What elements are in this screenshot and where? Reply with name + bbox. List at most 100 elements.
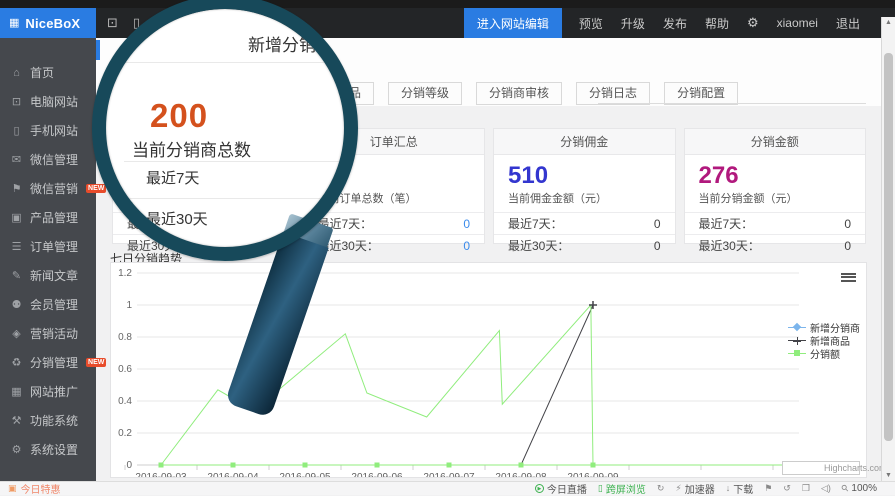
active-indicator xyxy=(96,40,100,60)
svg-text:0.6: 0.6 xyxy=(118,364,132,375)
toolbar-corner xyxy=(881,8,895,17)
card-title: 分销金额 xyxy=(685,129,866,155)
card-caption: 当前分销金额（元） xyxy=(699,190,852,206)
status-flag[interactable]: ⚑ xyxy=(764,484,772,493)
username[interactable]: xiaomei xyxy=(777,16,818,30)
card-row: 最近7天：0 xyxy=(685,212,866,234)
enter-site-edit-button[interactable]: 进入网站编辑 xyxy=(464,8,562,38)
svg-text:1.2: 1.2 xyxy=(118,268,132,279)
preview-link[interactable]: 预览 xyxy=(579,15,603,32)
status-live-today[interactable]: ▶今日直播 xyxy=(535,481,587,496)
wechat-marketing-icon: ⚑ xyxy=(10,182,23,195)
todays-deal[interactable]: ▣ 今日特惠 xyxy=(8,481,61,496)
chart-card: 00.20.40.60.811.22016-09-032016-09-04201… xyxy=(110,262,867,478)
magnified-distributor-count: 200 xyxy=(150,97,208,135)
sidebar-item-marketing-activity[interactable]: ◈营销活动 xyxy=(0,319,96,348)
card-caption: 当前佣金金额（元） xyxy=(508,190,661,206)
scroll-down-icon[interactable]: ▼ xyxy=(882,470,895,481)
sound-icon: ◁) xyxy=(821,484,831,493)
status-zoom-level[interactable]: ⚲100% xyxy=(842,483,877,494)
vertical-scrollbar[interactable]: ▲ ▼ xyxy=(881,17,895,481)
svg-text:0.8: 0.8 xyxy=(118,332,132,343)
card-row-value[interactable]: 0 xyxy=(463,239,470,253)
legend-item-分销额[interactable]: 分销额 xyxy=(788,347,860,360)
svg-text:2016-09-05: 2016-09-05 xyxy=(279,472,331,477)
sidebar-item-news-article[interactable]: ✎新闻文章 xyxy=(0,261,96,290)
distribution-manage-icon: ♻ xyxy=(10,356,23,369)
status-accelerator[interactable]: ⚡加速器 xyxy=(675,481,714,496)
status-cross-screen[interactable]: ▯跨屏浏览 xyxy=(598,481,646,496)
card-row-value: 0 xyxy=(654,239,661,253)
card-row-label: 最近30天： xyxy=(508,237,569,254)
sidebar-item-label: 微信营销 xyxy=(30,180,78,197)
status-label: 100% xyxy=(851,483,877,494)
status-windows[interactable]: ❒ xyxy=(802,484,810,493)
tabs-baseline xyxy=(598,103,866,104)
mobile-view-icon[interactable]: ▯ xyxy=(133,15,140,31)
sidebar-item-label: 产品管理 xyxy=(30,209,78,226)
sidebar-item-wechat-marketing[interactable]: ⚑微信营销NEW xyxy=(0,174,96,203)
sidebar-item-home[interactable]: ⌂首页 xyxy=(0,58,96,87)
magnified-caption: 当前分销商总数 xyxy=(132,136,251,161)
desktop-view-icon[interactable]: ⊡ xyxy=(107,15,118,31)
chart-legend: 新增分销商新增商品分销额 xyxy=(788,321,860,360)
sidebar-item-mobile-site[interactable]: ▯手机网站 xyxy=(0,116,96,145)
status-sound[interactable]: ◁) xyxy=(821,484,831,493)
chart-menu-icon[interactable] xyxy=(841,271,856,283)
sidebar-item-function-system[interactable]: ⚒功能系统 xyxy=(0,406,96,435)
card-row-value: 0 xyxy=(844,239,851,253)
status-label: 下载 xyxy=(733,481,753,496)
status-download[interactable]: ↓下载 xyxy=(726,481,754,496)
divider xyxy=(124,198,344,199)
sidebar-item-distribution-manage[interactable]: ♻分销管理NEW xyxy=(0,348,96,377)
svg-text:0.2: 0.2 xyxy=(118,428,132,439)
sidebar-item-system-settings[interactable]: ⚙系统设置 xyxy=(0,435,96,464)
tab-distributor-review[interactable]: 分销商审核 xyxy=(476,82,562,105)
sidebar-item-desktop-site[interactable]: ⊡电脑网站 xyxy=(0,87,96,116)
function-system-icon: ⚒ xyxy=(10,414,23,427)
diamond-marker-icon xyxy=(788,323,806,332)
cross-screen-icon: ▯ xyxy=(598,484,603,493)
help-link[interactable]: 帮助 xyxy=(705,15,729,32)
marketing-activity-icon: ◈ xyxy=(10,327,23,340)
sidebar-item-label: 手机网站 xyxy=(30,122,78,139)
sidebar-item-wechat-manage[interactable]: ✉微信管理 xyxy=(0,145,96,174)
order-manage-icon: ☰ xyxy=(10,240,23,253)
brand-name: NiceBoX xyxy=(25,16,80,31)
sidebar-item-product-manage[interactable]: ▣产品管理 xyxy=(0,203,96,232)
card-分销金额: 分销金额276当前分销金额（元）最近7天：0最近30天：0 xyxy=(684,128,867,244)
sidebar-item-site-promotion[interactable]: ▦网站推广 xyxy=(0,377,96,406)
status-refresh[interactable]: ↻ xyxy=(657,484,665,493)
status-label: 跨屏浏览 xyxy=(606,481,646,496)
status-history[interactable]: ↺ xyxy=(783,484,791,493)
app-logo[interactable]: ▦ NiceBoX xyxy=(0,8,96,38)
upgrade-link[interactable]: 升级 xyxy=(621,15,645,32)
sidebar-item-order-manage[interactable]: ☰订单管理 xyxy=(0,232,96,261)
card-number: 510 xyxy=(508,163,661,189)
square-marker-icon xyxy=(788,349,806,358)
scroll-up-icon[interactable]: ▲ xyxy=(882,17,895,28)
member-manage-icon: ⚉ xyxy=(10,298,23,311)
home-icon: ⌂ xyxy=(10,67,23,79)
history-icon: ↺ xyxy=(783,484,791,493)
card-title: 分销佣金 xyxy=(494,129,675,155)
tab-distribution-config[interactable]: 分销配置 xyxy=(664,82,738,105)
plus-marker-icon xyxy=(788,336,806,345)
wechat-manage-icon: ✉ xyxy=(10,153,23,166)
logout-link[interactable]: 退出 xyxy=(836,15,860,32)
tab-distribution-levels[interactable]: 分销等级 xyxy=(388,82,462,105)
app-grid-icon: ▦ xyxy=(9,18,19,29)
sidebar-item-member-manage[interactable]: ⚉会员管理 xyxy=(0,290,96,319)
tab-distribution-log[interactable]: 分销日志 xyxy=(576,82,650,105)
scrollbar-thumb[interactable] xyxy=(884,53,893,441)
desktop-site-icon: ⊡ xyxy=(10,95,23,108)
chart-watermark: Highcharts.com xyxy=(824,463,887,473)
publish-link[interactable]: 发布 xyxy=(663,15,687,32)
card-row-label: 最近7天： xyxy=(508,215,563,232)
card-row: 最近30天：0 xyxy=(685,234,866,256)
live-today-icon: ▶ xyxy=(535,484,544,493)
card-row-value[interactable]: 0 xyxy=(463,217,470,231)
refresh-icon: ↻ xyxy=(657,484,665,493)
gear-icon[interactable]: ⚙ xyxy=(747,15,759,31)
distribution-tabs: 分销产品 分销等级 分销商审核 分销日志 分销配置 xyxy=(300,82,738,105)
